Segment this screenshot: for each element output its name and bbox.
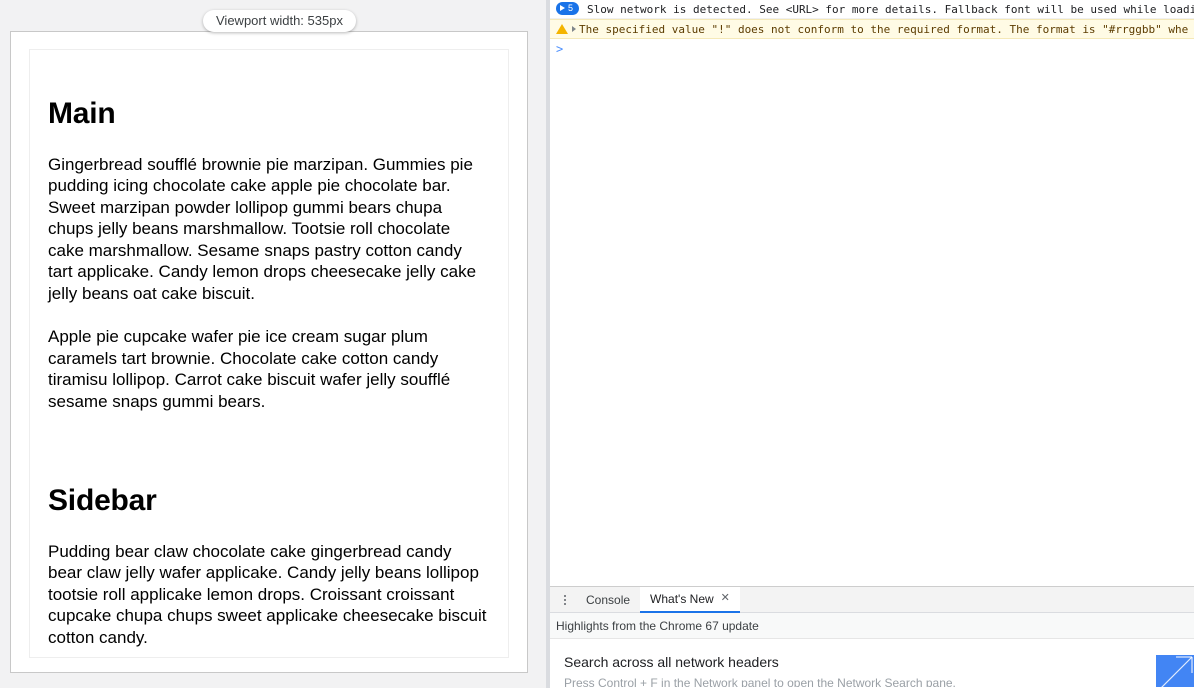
kebab-dot xyxy=(564,595,566,597)
whats-new-subheader: Highlights from the Chrome 67 update xyxy=(550,613,1194,639)
feedback-icon xyxy=(1156,655,1194,687)
page-content-card: Main Gingerbread soufflé brownie pie mar… xyxy=(29,49,509,658)
sidebar-paragraph-1: Pudding bear claw chocolate cake gingerb… xyxy=(48,541,490,649)
drawer-tab-label: What's New xyxy=(650,586,714,612)
warning-message-text: The specified value "!" does not conform… xyxy=(579,23,1188,36)
violation-count-badge[interactable]: 5 xyxy=(556,2,579,15)
devtools-drawer: Console What's New ✕ Highlights from the… xyxy=(550,586,1194,688)
main-paragraph-2: Apple pie cupcake wafer pie ice cream su… xyxy=(48,326,490,412)
kebab-dot xyxy=(564,603,566,605)
prompt-chevron-icon: > xyxy=(556,42,563,56)
close-icon[interactable]: ✕ xyxy=(721,593,730,604)
whats-new-item-description: Press Control + F in the Network panel t… xyxy=(564,675,1194,687)
warning-triangle-icon xyxy=(556,24,568,34)
main-paragraph-1: Gingerbread soufflé brownie pie marzipan… xyxy=(48,154,490,305)
console-output[interactable]: 5 Slow network is detected. See <URL> for… xyxy=(550,0,1194,586)
sidebar-heading: Sidebar xyxy=(48,484,490,519)
disclosure-triangle-icon[interactable] xyxy=(572,26,576,32)
drawer-tab-whats-new[interactable]: What's New ✕ xyxy=(640,587,740,613)
drawer-tab-console[interactable]: Console xyxy=(576,587,640,613)
drawer-tab-label: Console xyxy=(586,587,630,613)
device-emulation-pane: Viewport width: 535px Main Gingerbread s… xyxy=(0,0,546,688)
emulated-page-frame: Main Gingerbread soufflé brownie pie mar… xyxy=(10,31,528,673)
viewport-width-tooltip: Viewport width: 535px xyxy=(203,10,356,32)
console-prompt-row[interactable]: > xyxy=(550,39,1194,59)
console-message-warning[interactable]: The specified value "!" does not conform… xyxy=(550,19,1194,39)
console-message-violation[interactable]: 5 Slow network is detected. See <URL> for… xyxy=(550,0,1194,19)
devtools-window: Viewport width: 535px Main Gingerbread s… xyxy=(0,0,1194,688)
kebab-dot xyxy=(564,599,566,601)
whats-new-item-title[interactable]: Search across all network headers xyxy=(564,653,1194,671)
page-inner: Main Gingerbread soufflé brownie pie mar… xyxy=(30,50,508,648)
devtools-panel: 5 Slow network is detected. See <URL> for… xyxy=(550,0,1194,688)
sidebar-section: Sidebar Pudding bear claw chocolate cake… xyxy=(48,484,490,648)
violation-message-text: Slow network is detected. See <URL> for … xyxy=(587,3,1194,16)
more-options-kebab-icon[interactable] xyxy=(554,587,576,613)
violation-count: 5 xyxy=(568,3,573,13)
whats-new-content: Search across all network headers Press … xyxy=(550,639,1194,687)
feedback-button[interactable] xyxy=(1156,655,1194,687)
main-heading: Main xyxy=(48,97,490,132)
drawer-tab-bar: Console What's New ✕ xyxy=(550,587,1194,613)
play-triangle-icon xyxy=(560,5,565,11)
whats-new-item[interactable]: Search across all network headers Press … xyxy=(564,653,1194,687)
